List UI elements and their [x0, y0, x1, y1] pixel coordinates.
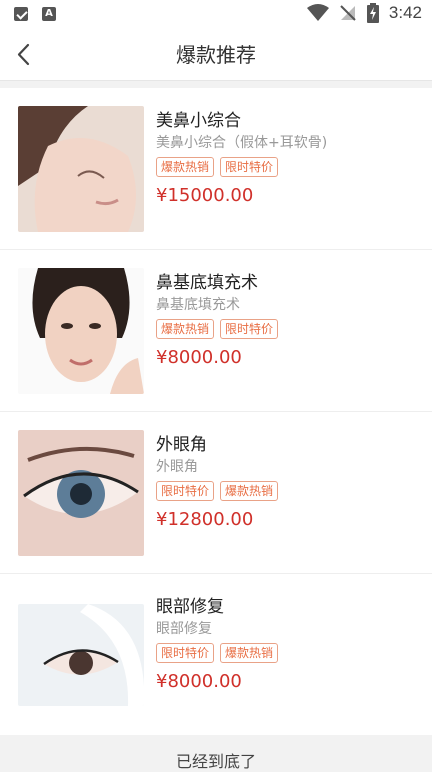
no-signal-icon [340, 5, 356, 21]
product-name: 眼部修复 [156, 597, 224, 617]
tag-badge: 限时特价 [156, 643, 215, 663]
product-price: ¥8000.00 [156, 347, 242, 368]
product-name: 外眼角 [156, 435, 207, 455]
tag-badge: 爆款热销 [156, 157, 215, 177]
product-image-face [18, 268, 144, 394]
product-price: ¥12800.00 [156, 509, 254, 530]
product-image-eye [18, 430, 144, 556]
product-list: 美鼻小综合 美鼻小综合（假体+耳软骨) 爆款热销 限时特价 ¥15000.00 … [0, 88, 432, 735]
product-price: ¥15000.00 [156, 185, 254, 206]
tag-badge: 爆款热销 [220, 643, 279, 663]
product-name: 鼻基底填充术 [156, 273, 258, 293]
product-subtitle: 外眼角 [156, 459, 198, 475]
product-tags: 爆款热销 限时特价 [156, 319, 279, 339]
mail-notification-icon [14, 7, 28, 21]
product-tags: 限时特价 爆款热销 [156, 481, 279, 501]
wifi-icon [306, 4, 329, 21]
tag-badge: 爆款热销 [220, 481, 279, 501]
product-item[interactable]: 鼻基底填充术 鼻基底填充术 爆款热销 限时特价 ¥8000.00 [0, 250, 432, 412]
status-time: 3:42 [388, 3, 422, 22]
status-bar: A 3:42 [0, 0, 432, 30]
product-item[interactable]: 外眼角 外眼角 限时特价 爆款热销 ¥12800.00 [0, 412, 432, 574]
end-of-list-text: 已经到底了 [175, 752, 256, 771]
battery-charging-icon [366, 3, 379, 23]
product-tags: 限时特价 爆款热销 [156, 643, 279, 663]
product-image-nose [18, 106, 144, 232]
tag-badge: 限时特价 [156, 481, 215, 501]
product-subtitle: 鼻基底填充术 [156, 297, 240, 313]
product-image-eye-repair [18, 604, 144, 706]
tag-badge: 限时特价 [220, 157, 279, 177]
product-tags: 爆款热销 限时特价 [156, 157, 279, 177]
a-notification-icon: A [42, 7, 56, 21]
product-item[interactable]: 美鼻小综合 美鼻小综合（假体+耳软骨) 爆款热销 限时特价 ¥15000.00 [0, 88, 432, 250]
product-item[interactable]: 眼部修复 眼部修复 限时特价 爆款热销 ¥8000.00 [0, 574, 432, 735]
product-name: 美鼻小综合 [156, 111, 241, 131]
product-subtitle: 眼部修复 [156, 621, 212, 637]
product-price: ¥8000.00 [156, 671, 242, 692]
page-title: 爆款推荐 [176, 43, 256, 67]
tag-badge: 限时特价 [220, 319, 279, 339]
nav-header: 爆款推荐 [0, 30, 432, 81]
tag-badge: 爆款热销 [156, 319, 215, 339]
product-subtitle: 美鼻小综合（假体+耳软骨) [156, 135, 328, 151]
